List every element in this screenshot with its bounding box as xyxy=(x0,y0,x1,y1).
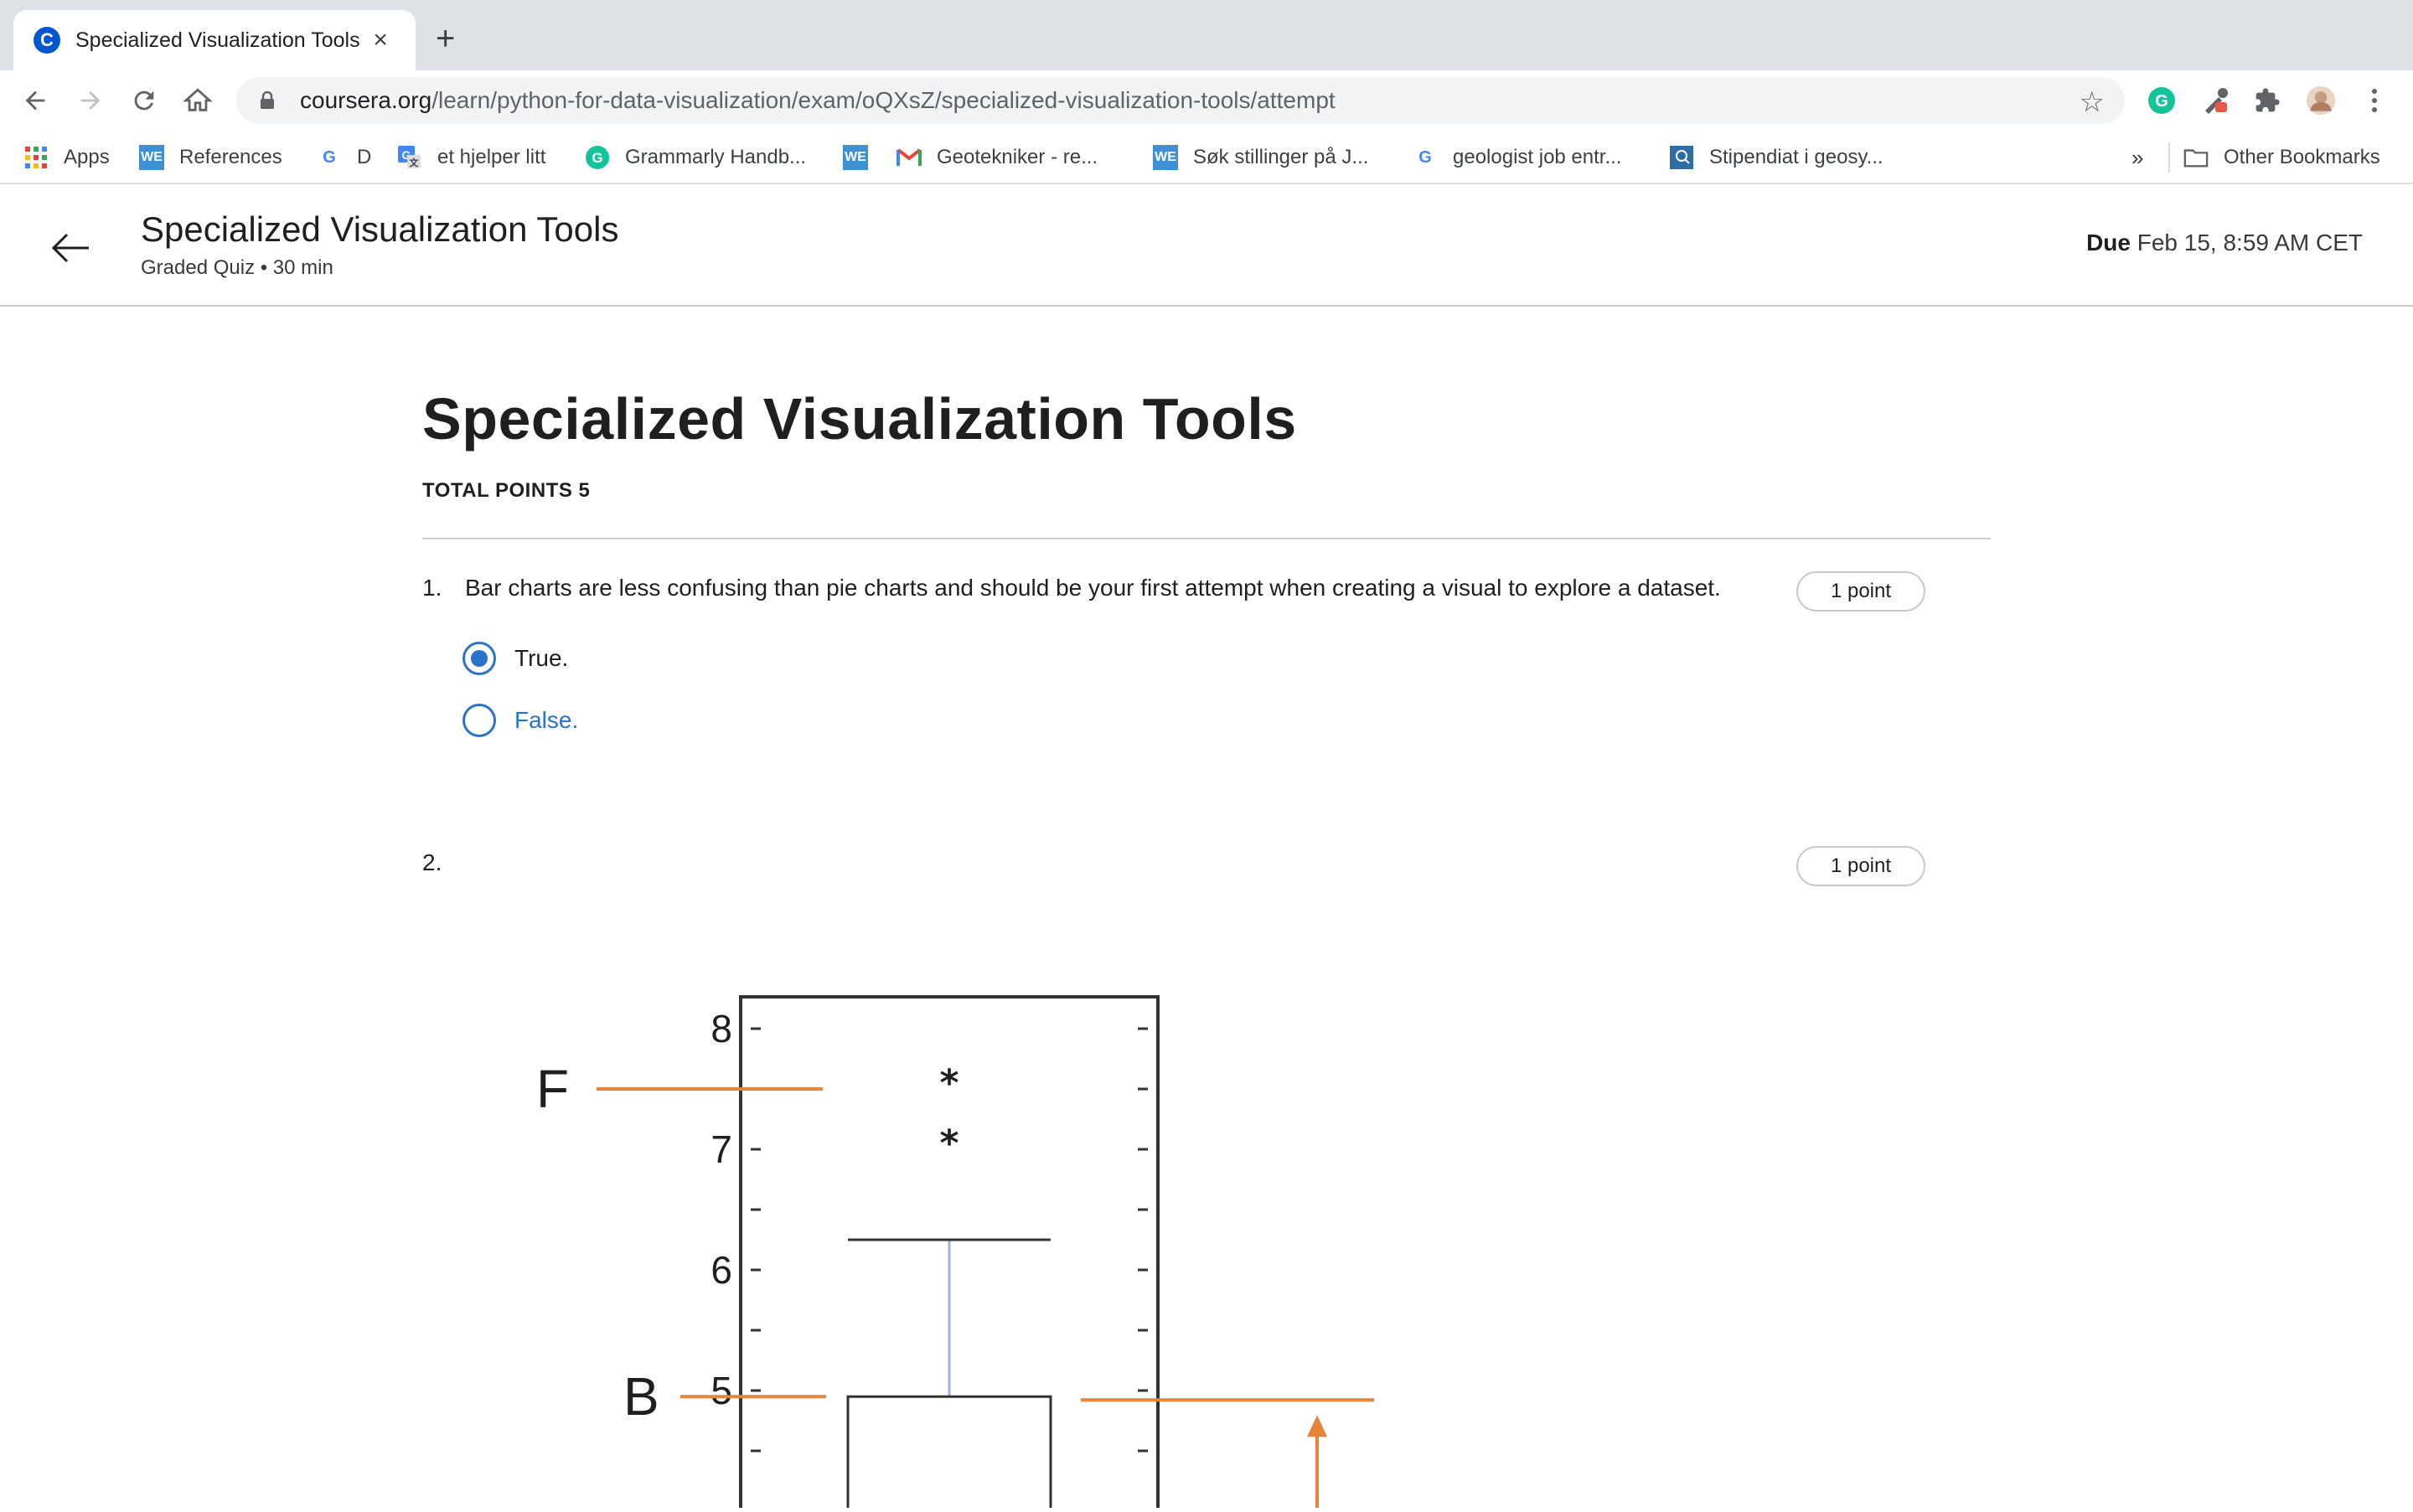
points-badge: 1 point xyxy=(1796,846,1925,886)
we-icon: WE xyxy=(139,145,164,170)
option-true[interactable]: True. xyxy=(462,642,568,675)
browser-tab[interactable]: C Specialized Visualization Tools × xyxy=(13,10,416,70)
bookmark-label: Geotekniker - re... xyxy=(937,146,1098,168)
url-path: /learn/python-for-data-visualization/exa… xyxy=(431,87,1336,113)
divider xyxy=(422,538,1991,539)
bookmark-apps[interactable]: Apps xyxy=(23,142,110,173)
option-false[interactable]: False. xyxy=(462,704,578,737)
address-bar[interactable]: coursera.org/learn/python-for-data-visua… xyxy=(236,77,2125,124)
due-label: Due xyxy=(2086,230,2131,255)
header-subtitle: Graded Quiz • 30 min xyxy=(141,256,333,279)
site-icon xyxy=(1669,145,1694,170)
quiz-title: Specialized Visualization Tools xyxy=(422,386,1297,452)
back-icon[interactable] xyxy=(17,82,54,119)
bookmark-geotekniker[interactable]: Geotekniker - re... xyxy=(896,142,1098,173)
annotation-label: F xyxy=(536,1059,569,1119)
bookmark-label: Apps xyxy=(64,146,110,168)
y-tick-label: 5 xyxy=(710,1369,732,1412)
boxplot-figure: 5 6 7 8 * * F B xyxy=(503,980,1424,1512)
course-header: Specialized Visualization Tools Graded Q… xyxy=(0,186,2413,307)
svg-text:G: G xyxy=(2155,92,2168,111)
profile-avatar[interactable] xyxy=(2306,85,2336,116)
option-label: False. xyxy=(514,707,579,733)
bookmarks-overflow-button[interactable]: » xyxy=(2131,142,2143,173)
url-domain: coursera.org xyxy=(300,87,432,113)
gmail-icon xyxy=(896,145,922,170)
svg-text:文: 文 xyxy=(410,157,420,168)
google-icon: G xyxy=(1418,147,1432,167)
back-arrow-icon[interactable] xyxy=(47,224,94,271)
lock-icon xyxy=(260,90,275,110)
home-icon[interactable] xyxy=(179,82,216,119)
bookmark-label: References xyxy=(179,146,282,168)
new-tab-icon[interactable]: + xyxy=(436,22,455,55)
google-translate-icon: G文 xyxy=(397,145,422,170)
bookmark-et-hjelper-litt[interactable]: G文 et hjelper litt xyxy=(397,142,545,173)
we-icon: WE xyxy=(1153,145,1178,170)
due-value: Feb 15, 8:59 AM CET xyxy=(2137,230,2363,255)
annotation-label: B xyxy=(623,1366,659,1427)
bookmark-stipendiat[interactable]: Stipendiat i geosy... xyxy=(1669,142,1883,173)
total-points: TOTAL POINTS 5 xyxy=(422,479,591,502)
bookmark-star-icon[interactable]: ☆ xyxy=(2080,85,2105,119)
bookmark-references[interactable]: WE References xyxy=(139,142,282,173)
due-date: Due Feb 15, 8:59 AM CET xyxy=(2086,230,2363,256)
reload-icon[interactable] xyxy=(126,82,163,119)
question-number: 2. xyxy=(422,849,442,875)
points-badge: 1 point xyxy=(1796,571,1925,612)
eyedropper-extension-icon[interactable] xyxy=(2200,85,2230,116)
y-tick-label: 7 xyxy=(710,1128,732,1171)
bookmark-d[interactable]: G D xyxy=(317,142,371,173)
box-q3 xyxy=(846,1395,1052,1512)
outlier-marker: * xyxy=(939,1122,958,1165)
bookmark-label: geologist job entr... xyxy=(1453,146,1622,168)
bookmark-label: Stipendiat i geosy... xyxy=(1709,146,1883,168)
bookmark-grammarly[interactable]: G Grammarly Handb... xyxy=(585,142,806,173)
apps-grid-icon xyxy=(23,145,49,170)
other-bookmarks[interactable]: Other Bookmarks xyxy=(2183,142,2380,173)
annotation-arrow-head xyxy=(1307,1415,1327,1437)
coursera-favicon-icon: C xyxy=(34,27,60,54)
y-tick-label: 6 xyxy=(710,1248,732,1292)
boxplot-chart: 5 6 7 8 * * F B xyxy=(536,995,1374,1512)
extensions-puzzle-icon[interactable] xyxy=(2252,85,2282,116)
browser-toolbar: coursera.org/learn/python-for-data-visua… xyxy=(0,70,2413,131)
outlier-marker: * xyxy=(939,1062,958,1105)
browser-menu-icon[interactable] xyxy=(2359,85,2390,116)
header-title: Specialized Visualization Tools xyxy=(141,209,619,249)
radio-button[interactable] xyxy=(462,704,496,737)
we-icon: WE xyxy=(843,145,868,170)
y-tick-label: 8 xyxy=(710,1007,732,1050)
question-number: 1. xyxy=(422,575,442,601)
svg-text:G: G xyxy=(592,150,602,166)
option-label: True. xyxy=(514,645,569,671)
bookmark-label: Grammarly Handb... xyxy=(625,146,807,168)
bookmark-label: Søk stillinger på J... xyxy=(1193,146,1369,168)
radio-button-selected[interactable] xyxy=(462,642,496,675)
bookmarks-divider xyxy=(2168,142,2170,173)
grammarly-extension-icon[interactable]: G xyxy=(2147,85,2177,116)
bookmark-we[interactable]: WE xyxy=(843,142,883,173)
tab-close-icon[interactable]: × xyxy=(365,26,395,54)
bookmark-label: et hjelper litt xyxy=(437,146,546,168)
google-icon: G xyxy=(323,147,336,167)
browser-tab-strip: C Specialized Visualization Tools × + xyxy=(0,0,2413,70)
question-text: Bar charts are less confusing than pie c… xyxy=(465,575,1721,601)
other-bookmarks-label: Other Bookmarks xyxy=(2224,146,2380,168)
tab-title: Specialized Visualization Tools xyxy=(75,28,360,52)
folder-icon xyxy=(2183,145,2209,170)
bookmark-geologist-job[interactable]: G geologist job entr... xyxy=(1413,142,1621,173)
bookmark-sok-stillinger[interactable]: WE Søk stillinger på J... xyxy=(1153,142,1368,173)
grammarly-icon: G xyxy=(585,145,610,170)
bookmarks-bar: Apps WE References G D G文 et hjelper lit… xyxy=(0,131,2413,184)
bookmark-label: D xyxy=(357,146,372,168)
forward-icon[interactable] xyxy=(72,82,109,119)
